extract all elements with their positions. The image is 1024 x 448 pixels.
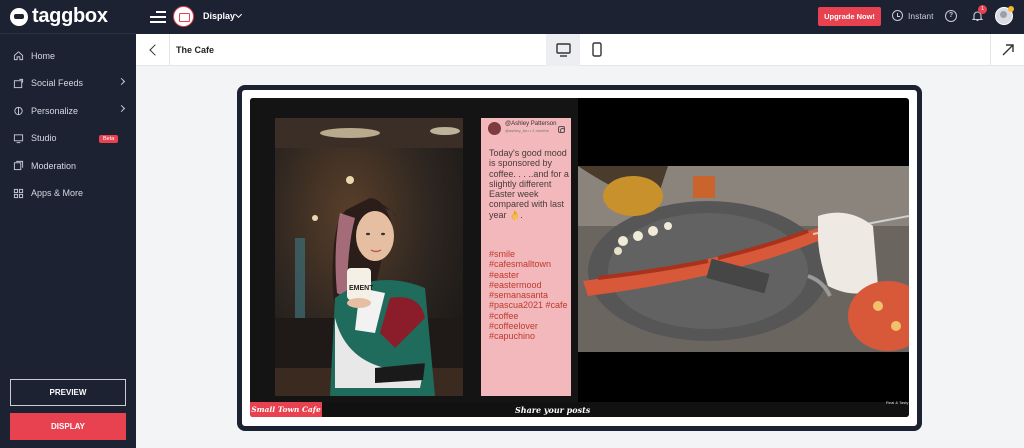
sidebar-item-label: Personalize [31,105,79,116]
post-caption: Today's good mood is sponsored by coffee… [489,148,569,220]
sidebar-item-label: Social Feeds [31,78,84,89]
sidebar-item-home[interactable]: Home [0,42,136,70]
upgrade-button[interactable]: Upgrade Now! [818,7,881,26]
instant-link[interactable]: Instant [908,11,934,21]
sidebar-item-apps[interactable]: Apps & More [0,180,136,208]
mug-text: EMENT [349,285,374,292]
sidebar-item-personalize[interactable]: Personalize [0,97,136,125]
mobile-view-button[interactable] [580,34,614,66]
sidebar-item-label: Studio [31,133,57,144]
mobile-icon [592,42,602,57]
open-external-button[interactable] [990,34,1024,66]
sub-header: The Cafe [136,34,1024,66]
back-button[interactable] [136,34,170,66]
top-bar: Display Upgrade Now! Instant ? 1 [136,0,1024,34]
home-icon [13,51,24,61]
personalize-icon [14,107,23,116]
studio-icon [13,134,24,143]
display-preview-frame: EMENT @Ashley Patterson @ashley_bru • 2 … [237,85,922,431]
preview-button[interactable]: PREVIEW [10,379,126,406]
chevron-down-icon[interactable] [234,10,243,19]
apps-icon [13,188,24,198]
desktop-icon [556,43,571,57]
moderation-icon [13,161,24,171]
sidebar-item-studio[interactable]: Studio Beta [0,125,136,153]
arrow-up-right-icon [1002,44,1014,56]
sidebar: taggbox Home Social Feeds Personalize St… [0,0,136,448]
sidebar-nav: Home Social Feeds Personalize Studio Bet… [0,34,136,207]
display-selector[interactable]: Display [203,11,235,21]
page-title: The Cafe [176,45,215,55]
sidebar-item-label: Home [31,50,56,61]
author-avatar [488,122,501,135]
display-button[interactable]: DISPLAY [10,413,126,440]
notification-badge: 1 [978,5,987,14]
social-feeds-icon [13,78,24,88]
menu-toggle-icon[interactable] [150,11,166,23]
sidebar-item-label: Moderation [31,160,77,171]
post-text-panel: @Ashley Patterson @ashley_bru • 2 months… [481,118,571,396]
instagram-icon [558,126,565,133]
video-post[interactable] [578,166,909,352]
post-image: EMENT [275,118,463,396]
author-name: @Ashley Patterson [505,121,557,127]
corner-logo: Real & Tasty [886,400,909,405]
chevron-right-icon [117,77,126,85]
social-post-card[interactable]: EMENT @Ashley Patterson @ashley_bru • 2 … [250,98,578,402]
share-text: Share your posts [515,405,591,415]
post-hashtags: #smile #cafesmalltown #easter #eastermoo… [489,249,568,342]
beta-badge: Beta [99,134,119,143]
display-stage: EMENT @Ashley Patterson @ashley_bru • 2 … [250,98,909,417]
brand-tag: Small Town Cafe [250,402,322,417]
chevron-right-icon [117,104,126,113]
logo-text: taggbox [32,5,108,27]
status-badge [1008,6,1014,12]
taggbox-logo-icon [10,7,28,26]
author-meta: @ashley_bru • 2 months [505,128,549,133]
sidebar-item-social-feeds[interactable]: Social Feeds [0,70,136,98]
clock-icon[interactable] [892,10,903,21]
help-icon[interactable]: ? [945,10,957,22]
desktop-view-button[interactable] [546,34,580,66]
taggbox-logo[interactable]: taggbox [0,0,136,34]
display-avatar[interactable] [173,6,194,27]
sidebar-item-moderation[interactable]: Moderation [0,152,136,180]
sidebar-item-label: Apps & More [31,188,84,199]
